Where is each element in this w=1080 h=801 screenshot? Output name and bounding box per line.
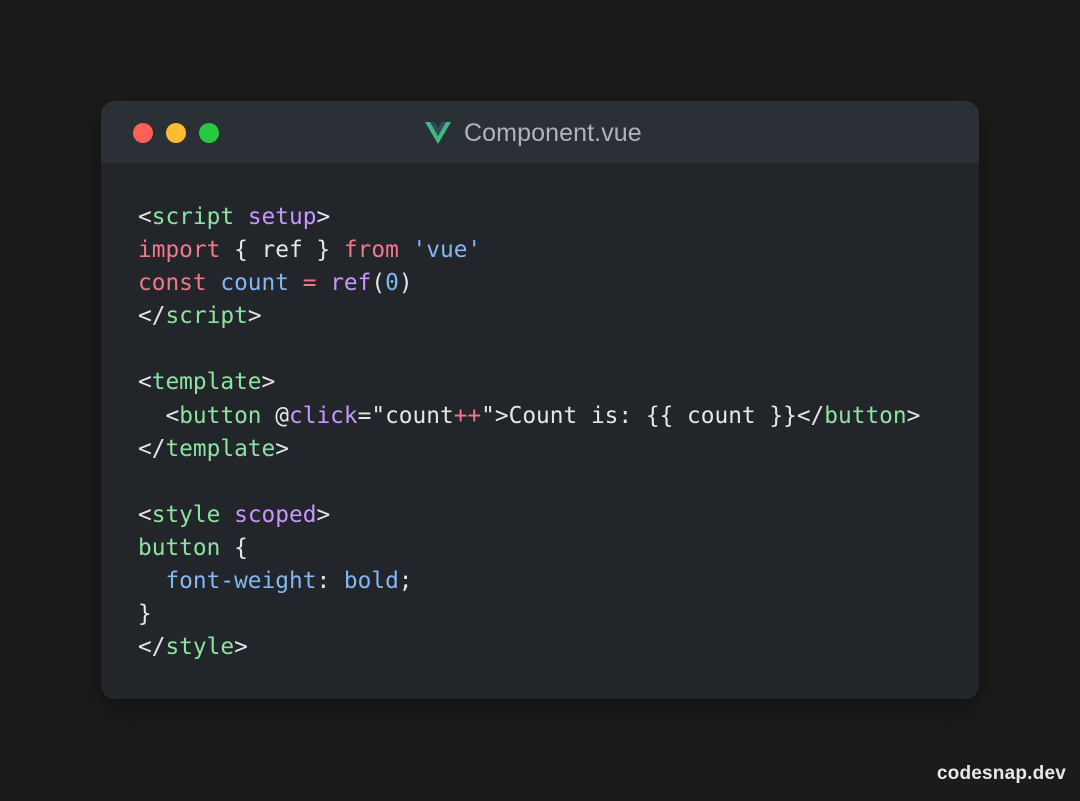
- code-token: template: [165, 435, 276, 462]
- code-line: </template>: [138, 433, 920, 466]
- code-token: :: [316, 568, 344, 595]
- title-bar: Component.vue: [101, 101, 979, 163]
- code-token: template: [151, 369, 262, 396]
- code-token: from: [343, 237, 399, 264]
- code-token: </: [138, 435, 166, 462]
- code-line: </script>: [138, 300, 920, 333]
- code-token: ref: [330, 270, 372, 297]
- code-token: ="count: [357, 402, 454, 429]
- code-line: import { ref } from 'vue': [138, 234, 920, 267]
- code-token: { ref }: [220, 237, 344, 264]
- code-line: <template>: [138, 366, 920, 399]
- code-window: Component.vue <script setup> import { ref…: [101, 101, 979, 699]
- code-token: <: [138, 204, 152, 230]
- code-token: style: [151, 501, 221, 528]
- code-line: }: [138, 598, 920, 631]
- code-token: button: [179, 402, 262, 429]
- code-token: {: [220, 534, 248, 561]
- code-token: >: [906, 402, 921, 429]
- code-token: >: [316, 501, 331, 528]
- code-token: </: [138, 303, 166, 330]
- maximize-window-button[interactable]: [199, 123, 219, 143]
- code-token: ): [398, 270, 413, 297]
- code-token: setup: [247, 204, 317, 230]
- code-token: >: [234, 634, 248, 661]
- code-token: style: [165, 634, 235, 661]
- code-token: 0: [385, 270, 399, 297]
- code-block: <script setup> import { ref } from 'vue' c…: [138, 201, 920, 664]
- code-token: >: [247, 303, 262, 330]
- code-token: ;: [398, 568, 413, 595]
- code-line: </style>: [138, 631, 920, 664]
- code-token: </: [138, 634, 166, 661]
- minimize-window-button[interactable]: [166, 123, 186, 143]
- code-token: <: [138, 369, 152, 396]
- code-token: script: [151, 204, 235, 230]
- code-token: }: [138, 601, 152, 628]
- code-token: >: [316, 204, 331, 230]
- code-token: bold: [343, 568, 399, 595]
- code-token: ++: [453, 402, 482, 429]
- code-line: const count = ref(0): [138, 267, 920, 300]
- code-token: >: [275, 435, 289, 462]
- code-token: import: [138, 237, 221, 264]
- code-token: click: [289, 402, 358, 429]
- close-window-button[interactable]: [133, 123, 153, 143]
- code-token: 'vue': [412, 237, 482, 264]
- file-tab: Component.vue: [425, 118, 642, 148]
- code-token: <: [138, 402, 180, 429]
- code-token: count: [220, 270, 289, 297]
- code-token: font-weight: [165, 568, 317, 595]
- code-line: button {: [138, 532, 920, 565]
- code-line: font-weight: bold;: [138, 565, 920, 598]
- code-line: <script setup>: [138, 201, 920, 234]
- code-token: button: [824, 402, 907, 429]
- code-token: scoped: [234, 501, 317, 528]
- code-token: @: [261, 402, 289, 429]
- code-token: =: [302, 270, 317, 297]
- code-line: <style scoped>: [138, 499, 920, 532]
- code-token: button: [138, 534, 221, 561]
- code-token: <: [138, 501, 152, 528]
- vue-logo-icon: [425, 122, 451, 144]
- watermark: codesnap.dev: [936, 763, 1066, 784]
- file-name: Component.vue: [464, 118, 642, 147]
- code-token: >: [261, 369, 276, 396]
- code-token: ">Count is: {{ count }}</: [481, 402, 825, 429]
- code-token: const: [138, 270, 207, 297]
- code-line: <button @click="count++">Count is: {{ co…: [138, 400, 920, 433]
- code-token: (: [371, 270, 386, 297]
- code-token: script: [165, 303, 248, 330]
